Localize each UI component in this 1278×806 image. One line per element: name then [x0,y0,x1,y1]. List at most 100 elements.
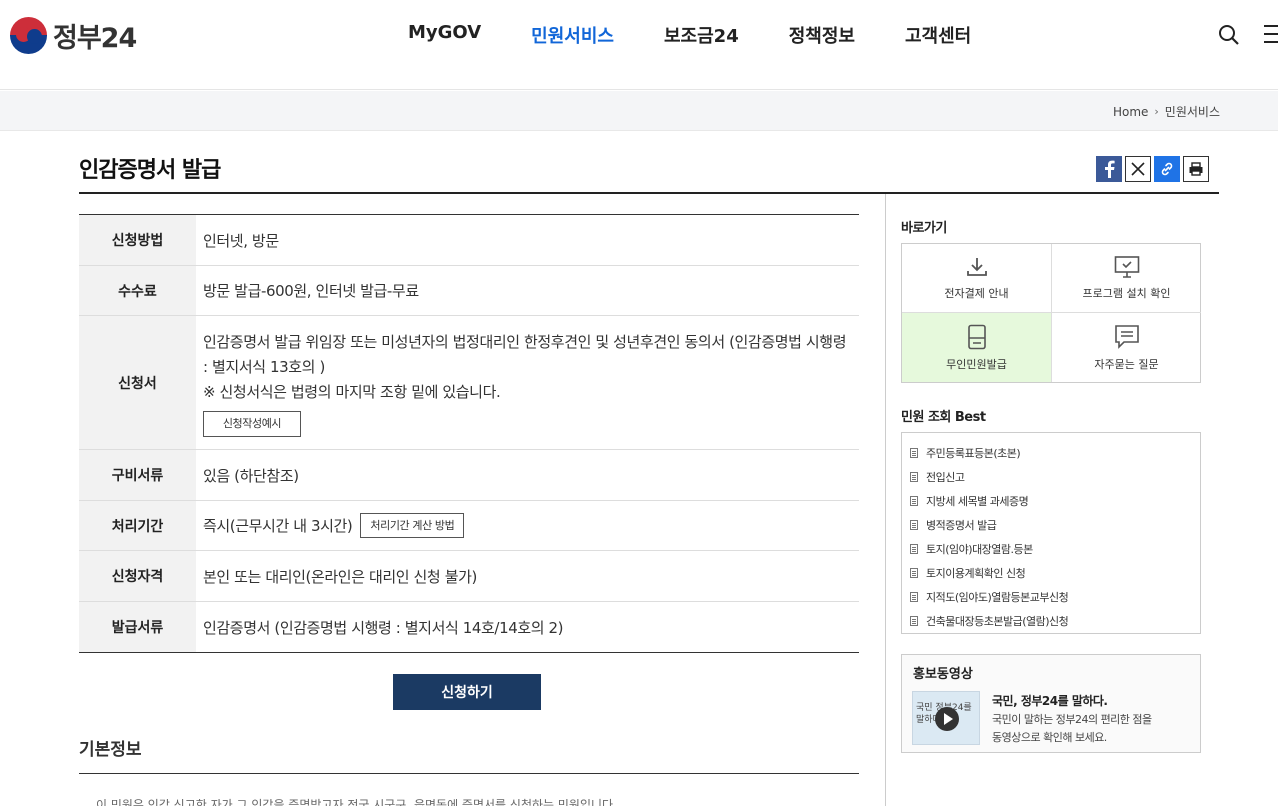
promo-video-thumbnail[interactable]: 국민 정부24를 말하다 [912,691,980,745]
table-row: 구비서류 있음 (하단참조) [79,450,859,501]
table-row: 수수료 방문 발급-600원, 인터넷 발급-무료 [79,266,859,316]
service-info-table: 신청방법 인터넷, 방문 수수료 방문 발급-600원, 인터넷 발급-무료 신… [79,214,859,653]
row-label: 발급서류 [79,602,196,652]
table-row: 신청자격 본인 또는 대리인(온라인은 대리인 신청 불가) [79,551,859,602]
kiosk-icon [967,324,986,349]
apply-button[interactable]: 신청하기 [393,674,541,710]
list-item-label: 주민등록표등본(초본) [926,447,1021,460]
nav-civil-service[interactable]: 민원서비스 [531,22,614,48]
table-row: 신청서 인감증명서 발급 위임장 또는 미성년자의 법정대리인 한정후견인 및 … [79,316,859,450]
row-label: 수수료 [79,266,196,315]
list-item[interactable]: 토지(임야)대장열람.등본 [902,537,1200,561]
promo-description: 국민이 말하는 정부24의 편리한 점을 동영상으로 확인해 보세요. [992,711,1192,747]
download-icon [966,258,987,276]
form-note: ※ 신청서식은 법령의 마지막 조항 밑에 있습니다. [203,383,501,401]
row-label: 신청자격 [79,551,196,601]
monitor-check-icon [1114,256,1139,278]
promo-desc-line: 국민이 말하는 정부24의 편리한 점을 [992,713,1152,726]
basic-info-text: 이 민원은 인감 신고한 자가 그 인감을 증명받고자 전국 시군구, 읍면동에… [96,798,617,806]
row-value: 방문 발급-600원, 인터넷 발급-무료 [203,282,419,300]
form-example-button[interactable]: 신청작성예시 [203,411,301,437]
print-icon[interactable] [1183,156,1209,182]
breadcrumb-bar: Home › 민원서비스 [0,91,1278,131]
processing-time-calc-button[interactable]: 처리기간 계산 방법 [360,513,465,538]
promo-title: 홍보동영상 [913,667,973,682]
list-item[interactable]: 건축물대장등초본발급(열람)신청 [902,609,1200,633]
site-header: 정부24 MyGOV 민원서비스 보조금24 정책정보 고객센터 [0,0,1278,90]
best-services-title: 민원 조회 Best [901,410,986,425]
basic-info-heading: 기본정보 [79,740,142,760]
share-toolbar [1096,156,1209,182]
nav-customer-center[interactable]: 고객센터 [905,22,971,48]
chevron-right-icon: › [1154,105,1159,118]
quick-link-faq[interactable]: 자주묻는 질문 [1052,313,1201,382]
document-icon [910,568,918,578]
list-item-label: 토지(임야)대장열람.등본 [926,543,1033,556]
quick-link-epayment[interactable]: 전자결제 안내 [902,244,1052,313]
processing-time: 즉시(근무시간 내 3시간) [203,517,353,535]
breadcrumb-home[interactable]: Home [1113,105,1148,119]
list-item-label: 지적도(임야도)열람등본교부신청 [926,591,1069,604]
main-nav: MyGOV 민원서비스 보조금24 정책정보 고객센터 [408,22,1021,48]
row-label: 구비서류 [79,450,196,500]
nav-mygov[interactable]: MyGOV [408,22,481,48]
table-row: 발급서류 인감증명서 (인감증명법 시행령 : 별지서식 14호/14호의 2) [79,602,859,652]
list-item[interactable]: 주민등록표등본(초본) [902,441,1200,465]
row-value: 본인 또는 대리인(온라인은 대리인 신청 불가) [203,567,477,586]
list-item[interactable]: 지방세 세목별 과세증명 [902,489,1200,513]
form-line: 인감증명서 발급 위임장 또는 미성년자의 법정대리인 한정후견인 및 성년후견… [203,333,847,351]
site-logo[interactable]: 정부24 [10,16,137,54]
row-value: 있음 (하단참조) [203,466,299,485]
document-icon [910,472,918,482]
row-value: 인감증명서 (인감증명법 시행령 : 별지서식 14호/14호의 2) [203,618,564,637]
document-icon [910,544,918,554]
nav-subsidy24[interactable]: 보조금24 [664,22,739,48]
quick-link-label: 무인민원발급 [946,357,1007,371]
quick-links: 전자결제 안내 프로그램 설치 확인 무인민원발급 자주묻는 질문 [901,243,1201,383]
document-icon [910,592,918,602]
row-label: 신청서 [79,316,196,449]
play-icon [935,707,959,731]
row-label: 신청방법 [79,215,196,265]
taegeuk-logo-icon [10,16,47,54]
list-item[interactable]: 지적도(임야도)열람등본교부신청 [902,585,1200,609]
best-services-list: 주민등록표등본(초본) 전입신고 지방세 세목별 과세증명 병적증명서 발급 토… [901,432,1201,634]
list-item[interactable]: 토지이용계획확인 신청 [902,561,1200,585]
logo-text: 정부24 [53,22,137,54]
list-item[interactable]: 병적증명서 발급 [902,513,1200,537]
table-row: 처리기간 즉시(근무시간 내 3시간) 처리기간 계산 방법 [79,501,859,551]
document-icon [910,448,918,458]
chat-icon [1114,324,1139,349]
quick-link-label: 자주묻는 질문 [1094,357,1159,371]
link-icon[interactable] [1154,156,1180,182]
quick-link-program-check[interactable]: 프로그램 설치 확인 [1052,244,1201,313]
quick-link-label: 전자결제 안내 [944,287,1009,300]
list-item-label: 지방세 세목별 과세증명 [926,495,1029,508]
promo-headline: 국민, 정부24를 말하다. [992,694,1108,708]
row-value: 즉시(근무시간 내 3시간) 처리기간 계산 방법 [196,501,859,550]
row-label: 처리기간 [79,501,196,550]
list-item[interactable]: 전입신고 [902,465,1200,489]
page-title: 인감증명서 발급 [79,158,221,183]
promo-desc-line: 동영상으로 확인해 보세요. [992,731,1107,744]
nav-policy-info[interactable]: 정책정보 [789,22,855,48]
facebook-icon[interactable] [1096,156,1122,182]
table-row: 신청방법 인터넷, 방문 [79,215,859,266]
quick-links-title: 바로가기 [901,221,947,236]
title-divider [79,192,1219,194]
row-value: 인터넷, 방문 [203,231,279,250]
promo-video-box: 홍보동영상 국민 정부24를 말하다 국민, 정부24를 말하다. 국민이 말하… [901,654,1201,753]
breadcrumb-current[interactable]: 민원서비스 [1165,103,1220,120]
quick-link-kiosk[interactable]: 무인민원발급 [902,313,1052,382]
document-icon [910,520,918,530]
search-icon[interactable] [1218,24,1240,46]
document-icon [910,616,918,626]
form-line: : 별지서식 13호의 ) [203,358,325,376]
list-item-label: 전입신고 [926,471,965,484]
document-icon [910,496,918,506]
column-divider [885,194,886,806]
menu-icon[interactable] [1264,25,1278,45]
x-icon[interactable] [1125,156,1151,182]
list-item-label: 토지이용계획확인 신청 [926,567,1026,580]
quick-link-label: 프로그램 설치 확인 [1082,287,1171,300]
